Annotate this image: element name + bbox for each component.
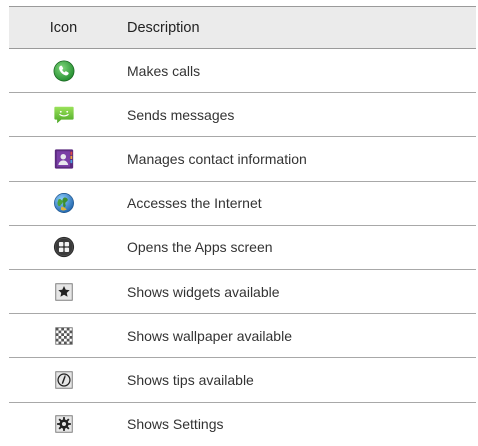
table-row: Makes calls bbox=[9, 49, 476, 94]
row-description: Shows tips available bbox=[127, 371, 254, 388]
table-row: Manages contact information bbox=[9, 137, 476, 182]
settings-gear-icon bbox=[54, 415, 73, 433]
row-description: Shows Settings bbox=[127, 416, 224, 433]
browser-globe-icon bbox=[53, 193, 74, 214]
wallpaper-checker-icon bbox=[54, 327, 73, 345]
row-description: Opens the Apps screen bbox=[127, 239, 273, 256]
table-row: Sends messages bbox=[9, 93, 476, 138]
table-row: Shows widgets available bbox=[9, 270, 476, 315]
table-row: Shows Settings bbox=[9, 403, 476, 446]
tips-icon bbox=[54, 371, 73, 389]
phone-icon bbox=[53, 60, 74, 82]
contacts-icon bbox=[54, 149, 73, 169]
table-row: Opens the Apps screen bbox=[9, 226, 476, 270]
widgets-star-icon bbox=[54, 282, 73, 301]
table-row: Shows tips available bbox=[9, 358, 476, 403]
table-row: Shows wallpaper available bbox=[9, 314, 476, 359]
header-description-column: Description bbox=[127, 19, 200, 36]
row-description: Makes calls bbox=[127, 62, 201, 79]
row-description: Accesses the Internet bbox=[127, 195, 262, 212]
table-row: Accesses the Internet bbox=[9, 182, 476, 226]
row-description: Shows widgets available bbox=[127, 283, 280, 300]
messaging-icon bbox=[53, 106, 74, 124]
row-description: Manages contact information bbox=[127, 150, 307, 167]
row-description: Shows wallpaper available bbox=[127, 327, 292, 344]
apps-grid-icon bbox=[53, 237, 74, 258]
table-header: Icon Description bbox=[9, 6, 476, 49]
icon-description-table: Icon Description Makes calls Sends messa… bbox=[9, 6, 476, 446]
header-icon-column: Icon bbox=[49, 19, 78, 36]
row-description: Sends messages bbox=[127, 106, 235, 123]
